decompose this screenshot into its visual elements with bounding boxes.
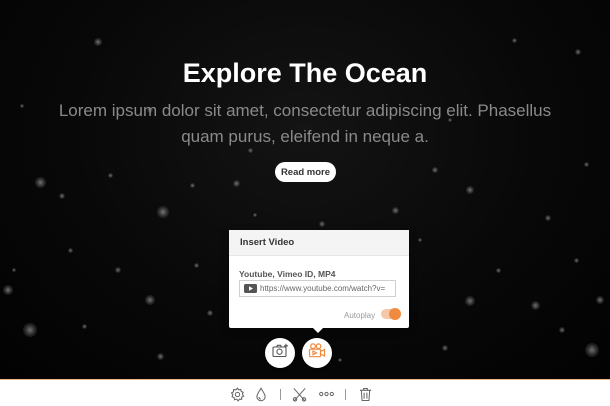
insert-video-button[interactable] (302, 338, 332, 368)
particle (391, 206, 399, 214)
particle (466, 186, 474, 194)
particle (232, 179, 240, 187)
insert-video-popup: Insert Video Youtube, Vimeo ID, MP4 Auto… (229, 230, 409, 328)
hero-title: Explore The Ocean (182, 58, 428, 88)
particle (12, 268, 16, 272)
insert-image-button[interactable] (265, 338, 295, 368)
gear-icon[interactable] (229, 386, 245, 402)
particle (442, 345, 448, 351)
video-source-label: Youtube, Vimeo ID, MP4 (239, 269, 336, 279)
particle (20, 104, 24, 108)
particle (432, 167, 438, 173)
scissors-icon[interactable] (291, 386, 307, 402)
camera-plus-icon (271, 343, 289, 363)
hero-text: Lorem ipsum dolor sit amet, consectetur … (58, 101, 552, 146)
particle (23, 323, 37, 337)
video-camera-icon (308, 343, 326, 363)
read-more-button[interactable]: Read more (275, 162, 336, 182)
particle (94, 38, 102, 46)
autoplay-toggle[interactable] (381, 308, 401, 320)
particle (495, 267, 501, 273)
toolbar-divider (280, 389, 281, 400)
video-url-input[interactable] (260, 284, 390, 293)
trash-icon[interactable] (357, 386, 373, 402)
particle (585, 343, 599, 357)
particle (511, 37, 517, 43)
particle (530, 300, 540, 310)
particle (189, 182, 195, 188)
particle (115, 267, 121, 273)
particle (418, 238, 422, 242)
particle (207, 310, 213, 316)
particle (145, 295, 155, 305)
particle (338, 358, 342, 362)
particle (3, 285, 13, 295)
particle (156, 352, 164, 360)
particle (107, 172, 113, 178)
popup-title: Insert Video (229, 230, 409, 256)
video-url-field[interactable] (239, 280, 396, 297)
bottom-toolbar (0, 379, 610, 406)
toggle-knob (389, 308, 401, 320)
particle (34, 176, 46, 188)
particle (67, 247, 73, 253)
more-dots-icon[interactable] (318, 386, 334, 402)
particle (575, 49, 581, 55)
play-icon (244, 284, 257, 293)
particle (157, 206, 169, 218)
particle (59, 193, 65, 199)
droplet-icon[interactable] (253, 386, 269, 402)
particle (559, 327, 565, 333)
particle (81, 323, 87, 329)
particle (596, 296, 604, 304)
particle (573, 257, 579, 263)
popup-caret (312, 327, 324, 333)
particle (253, 213, 257, 217)
toolbar-divider (345, 389, 346, 400)
particle (319, 221, 325, 227)
particle (193, 262, 199, 268)
particle (465, 296, 475, 306)
autoplay-label: Autoplay (344, 311, 376, 320)
particle (583, 161, 589, 167)
particle (545, 215, 551, 221)
